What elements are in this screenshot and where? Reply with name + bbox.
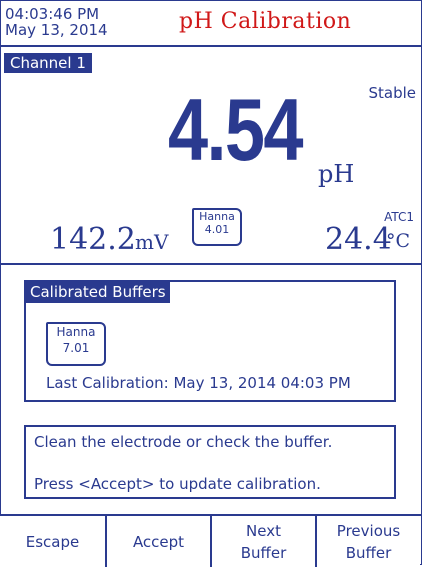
mv-reading: 142.2 — [50, 222, 136, 257]
header-bar: 04:03:46 PM May 13, 2014 pH Calibration — [1, 1, 421, 47]
mv-unit: mV — [135, 230, 169, 254]
message-line-2: Press <Accept> to update calibration. — [34, 475, 321, 493]
current-buffer-badge: Hanna 4.01 — [192, 208, 242, 246]
buffer-value: 4.01 — [204, 223, 230, 236]
calibrated-buffers-panel: Calibrated Buffers Hanna 7.01 Last Calib… — [24, 280, 396, 402]
screen-title: pH Calibration — [179, 9, 352, 34]
next-buffer-button[interactable]: Next Buffer — [212, 516, 317, 567]
message-line-1: Clean the electrode or check the buffer. — [34, 433, 333, 451]
temperature-unit: °C — [386, 230, 411, 252]
calibrated-buffer-value: 7.01 — [62, 341, 90, 355]
escape-button[interactable]: Escape — [0, 516, 107, 567]
section-divider — [0, 263, 422, 265]
ph-reading: 4.54 — [168, 80, 304, 179]
datetime: 04:03:46 PM May 13, 2014 — [5, 6, 108, 38]
channel-label: Channel 1 — [4, 53, 92, 73]
previous-buffer-button[interactable]: Previous Buffer — [317, 516, 420, 567]
last-calibration-text: Last Calibration: May 13, 2014 04:03 PM — [46, 374, 351, 392]
time-text: 04:03:46 PM — [5, 5, 100, 23]
temperature-reading: 24.4 — [325, 222, 392, 257]
date-text: May 13, 2014 — [5, 21, 108, 39]
softkey-bar: Escape Accept Next Buffer Previous Buffe… — [0, 514, 422, 567]
calibrated-buffer-brand: Hanna — [56, 325, 96, 339]
ph-unit: pH — [318, 160, 355, 188]
calibrated-buffers-heading: Calibrated Buffers — [26, 282, 170, 303]
stability-status: Stable — [368, 84, 416, 102]
calibrated-buffer-badge: Hanna 7.01 — [46, 322, 106, 366]
buffer-brand: Hanna — [199, 210, 235, 223]
accept-button[interactable]: Accept — [107, 516, 212, 567]
message-panel: Clean the electrode or check the buffer.… — [24, 425, 396, 499]
